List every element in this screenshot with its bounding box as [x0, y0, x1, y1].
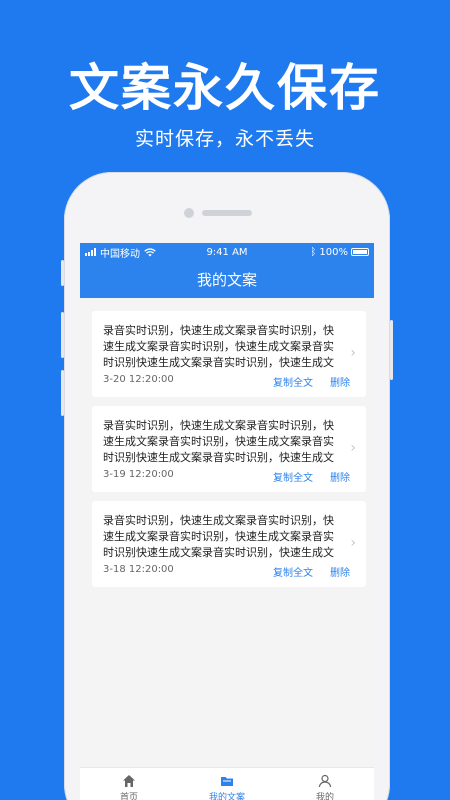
copy-all-button[interactable]: 复制全文: [273, 374, 313, 389]
delete-button[interactable]: 删除: [330, 469, 350, 484]
delete-button[interactable]: 删除: [330, 564, 350, 579]
promo-subline: 实时保存，永不丢失: [134, 128, 315, 150]
document-date: 3-20 12:20:00: [103, 374, 174, 385]
folder-icon: [221, 777, 233, 786]
document-card[interactable]: 录音实时识别，快速生成文案录音实时识别，快速生成文案录音实时识别，快速生成文案录…: [92, 501, 366, 587]
document-preview-text: 录音实时识别，快速生成文案录音实时识别，快速生成文案录音实时识别，快速生成文案录…: [103, 324, 334, 369]
copy-all-button[interactable]: 复制全文: [273, 469, 313, 484]
phone-frame: 中国移动 9:41 AM ᛒ 100% 我的文案 录音实时识别，快速生成文案录音…: [61, 172, 393, 800]
user-icon: [318, 774, 332, 788]
status-bar: 中国移动 9:41 AM ᛒ 100%: [80, 243, 374, 261]
battery-icon: [351, 248, 369, 256]
chevron-right-icon: ›: [350, 345, 356, 361]
document-card[interactable]: 录音实时识别，快速生成文案录音实时识别，快速生成文案录音实时识别，快速生成文案录…: [92, 406, 366, 492]
status-time: 9:41 AM: [206, 246, 248, 258]
chevron-right-icon: ›: [350, 535, 356, 551]
phone-screen: 中国移动 9:41 AM ᛒ 100% 我的文案 录音实时识别，快速生成文案录音…: [80, 243, 374, 800]
document-date: 3-18 12:20:00: [103, 564, 174, 575]
document-preview-text: 录音实时识别，快速生成文案录音实时识别，快速生成文案录音实时识别，快速生成文案录…: [103, 419, 334, 464]
tab-profile[interactable]: 我的: [276, 768, 374, 800]
delete-button[interactable]: 删除: [330, 374, 350, 389]
chevron-right-icon: ›: [350, 440, 356, 456]
tab-home[interactable]: 首页: [80, 768, 178, 800]
earpiece-speaker: [202, 210, 252, 216]
tab-my-documents[interactable]: 我的文案: [178, 768, 276, 800]
tab-label: 我的文案: [208, 793, 245, 800]
phone-side-button: [61, 260, 64, 286]
tab-label: 我的: [315, 793, 334, 800]
copy-all-button[interactable]: 复制全文: [273, 564, 313, 579]
document-preview-text: 录音实时识别，快速生成文案录音实时识别，快速生成文案录音实时识别，快速生成文案录…: [103, 514, 334, 559]
front-camera: [184, 208, 194, 218]
promo-headline: 文案永久保存: [69, 59, 381, 117]
phone-power-button: [390, 320, 393, 380]
home-icon: [123, 775, 135, 787]
nav-bar: 我的文案: [80, 261, 374, 298]
document-date: 3-19 12:20:00: [103, 469, 174, 480]
document-card[interactable]: 录音实时识别，快速生成文案录音实时识别，快速生成文案录音实时识别，快速生成文案录…: [92, 311, 366, 397]
tab-bar: 首页 我的文案 我的: [80, 767, 374, 800]
page-title: 我的文案: [196, 271, 257, 289]
phone-volume-up: [61, 312, 64, 358]
phone-volume-down: [61, 370, 64, 416]
tab-label: 首页: [119, 793, 138, 800]
